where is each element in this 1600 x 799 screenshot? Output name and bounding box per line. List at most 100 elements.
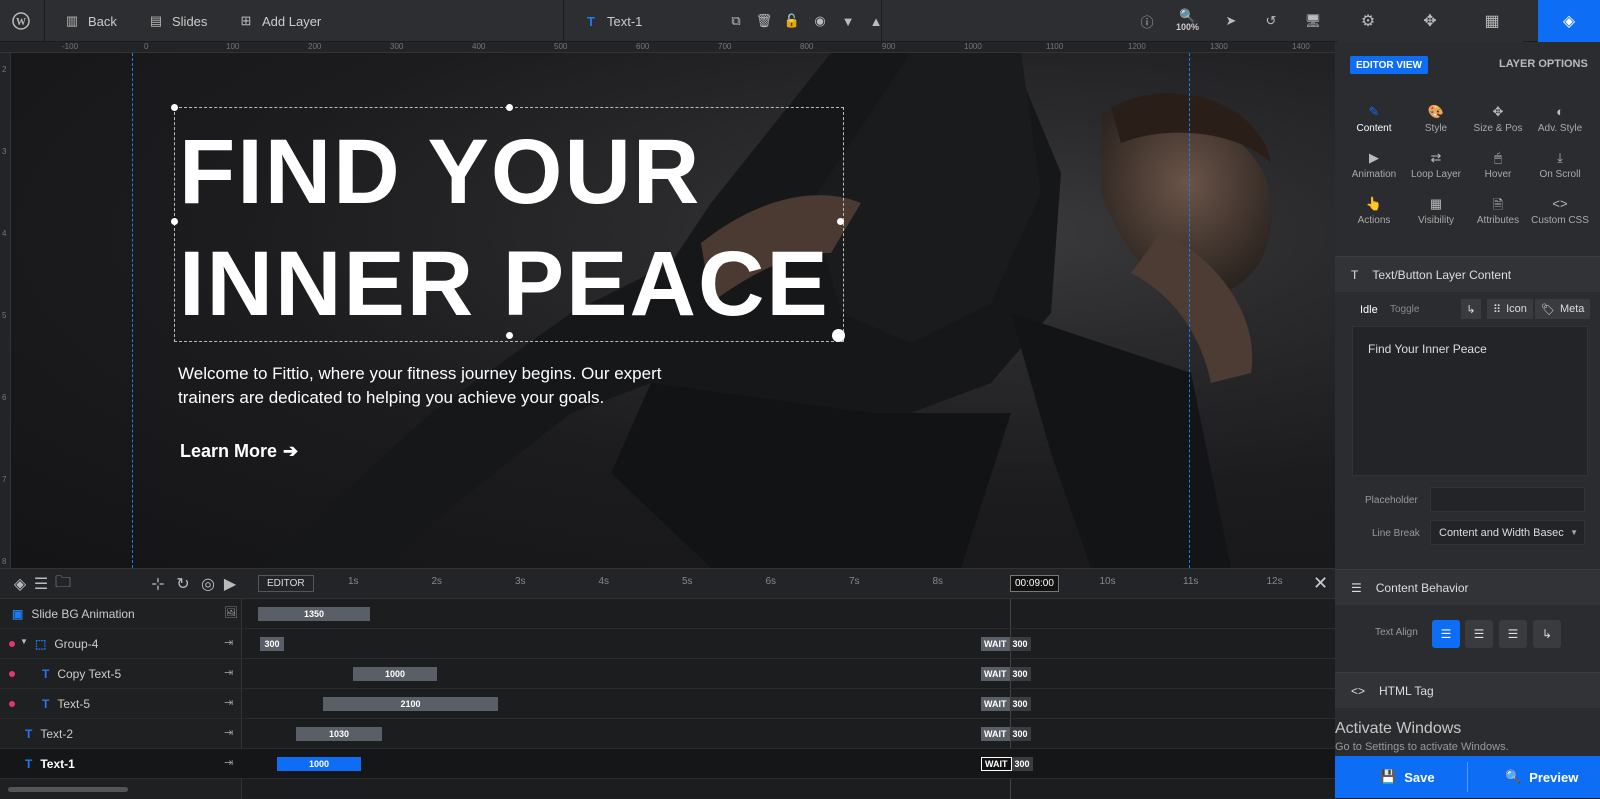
animation-bar[interactable]: 1030 [296,727,382,741]
option-actions[interactable]: 👆 Actions [1343,196,1405,226]
preview-button[interactable]: 🔍 Preview [1505,756,1578,798]
selected-layer-name[interactable]: T Text-1 [583,0,642,42]
resize-corner-handle[interactable] [832,329,845,342]
align-inherit-button[interactable]: ↳ [1533,620,1561,648]
tab-slide[interactable]: ▦ [1461,0,1523,42]
align-end-icon[interactable]: ⇥ [224,756,233,769]
headline-text[interactable]: FIND YOUR INNER PEACE [179,116,830,340]
align-end-icon[interactable]: ⇥ [224,666,233,679]
option-adv-style[interactable]: ◐ Adv. Style [1529,104,1591,134]
slides-button[interactable]: ▤ Slides [148,0,208,42]
add-layer-button[interactable]: ⊞ Add Layer [238,0,322,42]
loop-icon[interactable]: ↻ [175,576,191,593]
layers-stack-icon[interactable]: ◈ [12,576,28,593]
tab-navigation[interactable]: ✥ [1399,0,1461,42]
layer-name[interactable]: T Text-1 [25,749,75,779]
back-button[interactable]: ▥ Back [64,0,117,42]
option-style[interactable]: 🎨 Style [1405,104,1467,134]
insert-meta-button[interactable]: 🏷 Meta [1535,299,1591,319]
horizontal-scrollbar[interactable] [8,787,128,792]
tab-toggle[interactable]: Toggle [1390,304,1419,315]
timeline-row[interactable]: ▼ ⬚ Group-4 ⇥ 300 WAIT 300 [0,629,1335,659]
align-left-button[interactable]: ☰ [1432,620,1460,648]
wait-block[interactable]: WAIT 300 [981,757,1033,771]
layer-name[interactable]: ▣ Slide BG Animation [12,599,135,629]
arrow-down-icon[interactable]: ▼ [840,13,856,29]
option-hover[interactable]: 🖱 Hover [1467,150,1529,180]
align-end-icon[interactable]: ⇥ [224,696,233,709]
wait-block[interactable]: WAIT 300 [981,637,1031,651]
resize-handle[interactable] [506,332,513,339]
option-on-scroll[interactable]: ⤓ On Scroll [1529,150,1591,180]
editor-tag[interactable]: EDITOR [258,575,314,592]
align-end-icon[interactable]: ⇥ [224,636,233,649]
wait-block[interactable]: WAIT 300 [981,727,1031,741]
align-right-button[interactable]: ☰ [1499,620,1527,648]
html-tag-header[interactable]: <> HTML Tag [1335,672,1600,708]
cursor-button[interactable]: ➤ [1223,0,1239,42]
tab-layers[interactable]: ◈ [1538,0,1600,42]
duplicate-icon[interactable]: ⧉ [728,13,744,29]
expand-caret-icon[interactable]: ▼ [20,637,28,646]
snap-icon[interactable]: ⊹ [150,576,166,593]
layer-content-textarea[interactable]: Find Your Inner Peace [1352,326,1588,476]
option-content[interactable]: ✎ Content [1343,104,1405,134]
help-button[interactable]: ⓘ [1139,0,1155,42]
wait-block[interactable]: WAIT 300 [981,697,1031,711]
folder-icon[interactable]: 🗀 [55,574,71,592]
timeline-row[interactable]: T Text-5 ⇥ 2100 WAIT 300 [0,689,1335,719]
resize-handle[interactable] [837,218,844,225]
align-end-icon[interactable]: ⇥ [224,726,233,739]
image-icon[interactable]: 🖼 [224,606,238,619]
tab-settings[interactable]: ⚙ [1337,0,1399,42]
play-icon[interactable]: ▶ [222,576,238,593]
option-size-pos[interactable]: ✥ Size & Pos [1467,104,1529,134]
option-attributes[interactable]: 🗎 Attributes [1467,196,1529,226]
placeholder-input[interactable] [1430,487,1585,512]
lock-icon[interactable]: 🔓 [784,13,800,29]
option-loop-layer[interactable]: ⇄ Loop Layer [1405,150,1467,180]
selected-text-layer[interactable]: FIND YOUR INNER PEACE [171,104,845,342]
timeline-row[interactable]: T Copy Text-5 ⇥ 1000 WAIT 300 [0,659,1335,689]
device-desktop-button[interactable]: 🖥 [1305,0,1322,42]
wordpress-logo-button[interactable]: W [12,0,30,42]
editor-view-button[interactable]: EDITOR VIEW [1350,56,1428,74]
resize-handle[interactable] [171,104,178,111]
undo-button[interactable]: ↺ [1263,0,1279,42]
animation-bar[interactable]: 1350 [258,607,370,621]
timeline-row[interactable]: T Text-1 ⇥ 1000 WAIT 300 [0,749,1335,779]
line-break-button[interactable]: ↳ [1461,299,1481,319]
option-custom-css[interactable]: <> Custom CSS [1529,196,1591,226]
content-behavior-header[interactable]: ☰ Content Behavior [1335,569,1600,605]
close-icon[interactable]: ✕ [1313,573,1328,594]
wait-block[interactable]: WAIT 300 [981,667,1031,681]
trash-icon[interactable]: 🗑 [756,13,773,29]
animation-bar[interactable]: 2100 [323,697,498,711]
option-animation[interactable]: ▶ Animation [1343,150,1405,180]
resize-handle[interactable] [506,104,513,111]
insert-icon-button[interactable]: ⠿ Icon [1487,299,1533,319]
subtitle-text-layer[interactable]: Welcome to Fittio, where your fitness jo… [178,362,698,410]
line-break-select[interactable]: Content and Width Basec ▼ [1430,520,1585,545]
layer-name[interactable]: ⬚ Group-4 [35,629,98,659]
list-icon[interactable]: ☰ [33,576,49,593]
animation-bar[interactable]: 1000 [353,667,437,681]
current-time[interactable]: 00:09:00 [1010,575,1059,592]
align-center-button[interactable]: ☰ [1465,620,1493,648]
audio-icon[interactable]: ◎ [200,576,216,593]
animation-bar[interactable]: 300 [260,637,284,651]
timeline-row[interactable]: T Text-2 ⇥ 1030 WAIT 300 [0,719,1335,749]
timeline-row[interactable]: ▣ Slide BG Animation 🖼 1350 [0,599,1335,629]
zoom-control[interactable]: 🔍 100% [1176,0,1199,42]
content-section-header[interactable]: T Text/Button Layer Content [1335,256,1600,292]
eye-icon[interactable]: ◉ [812,13,828,29]
learn-more-button-layer[interactable]: Learn More ➔ [180,441,298,462]
layer-name[interactable]: T Copy Text-5 [42,659,121,689]
tab-idle[interactable]: Idle [1360,304,1378,316]
option-visibility[interactable]: ▦ Visibility [1405,196,1467,226]
animation-bar[interactable]: 1000 [277,757,361,771]
save-button[interactable]: 💾 Save [1380,756,1435,798]
resize-handle[interactable] [171,218,178,225]
layer-name[interactable]: T Text-2 [25,719,73,749]
layer-name[interactable]: T Text-5 [42,689,90,719]
